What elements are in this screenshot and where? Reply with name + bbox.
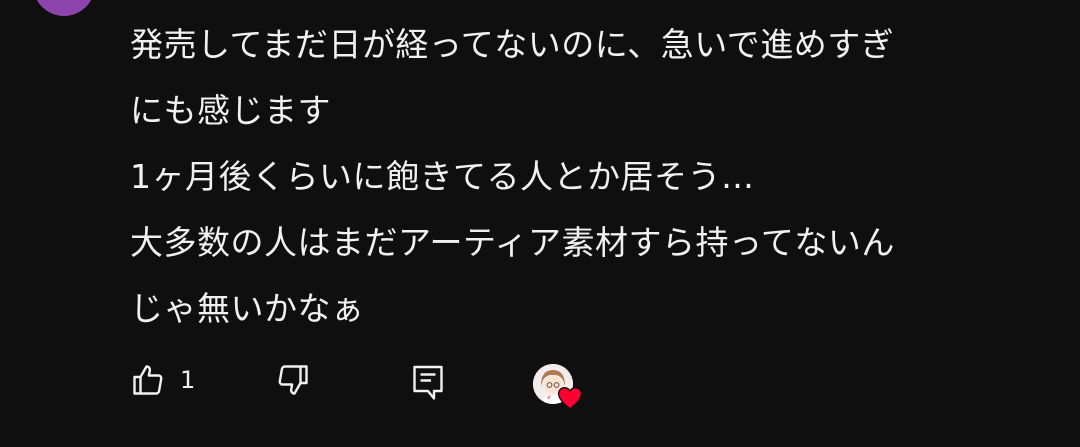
comment-line: 大多数の人はまだアーティア素材すら持ってないん (130, 223, 895, 262)
comment-actions: 1 (130, 362, 630, 410)
dislike-button[interactable] (275, 362, 311, 398)
commenter-avatar[interactable] (33, 0, 95, 16)
reply-comment-icon (413, 365, 443, 400)
thumb-up-icon (133, 365, 163, 395)
comment-line: じゃ無いかなぁ (130, 289, 365, 328)
heart-icon (557, 387, 583, 410)
comment-line: にも感じます (130, 91, 331, 130)
comment-text: 発売してまだ日が経ってないのに、急いで進めすぎ にも感じます 1ヶ月後くらいに飽… (130, 12, 1030, 342)
thumb-down-icon (278, 365, 308, 395)
like-button[interactable]: 1 (130, 362, 195, 398)
comment-line: 発売してまだ日が経ってないのに、急いで進めすぎ (130, 25, 895, 64)
comment-line: 1ヶ月後くらいに飽きてる人とか居そう… (130, 157, 755, 196)
like-count: 1 (180, 366, 196, 394)
reply-button[interactable] (410, 362, 446, 402)
creator-heart (533, 364, 583, 410)
